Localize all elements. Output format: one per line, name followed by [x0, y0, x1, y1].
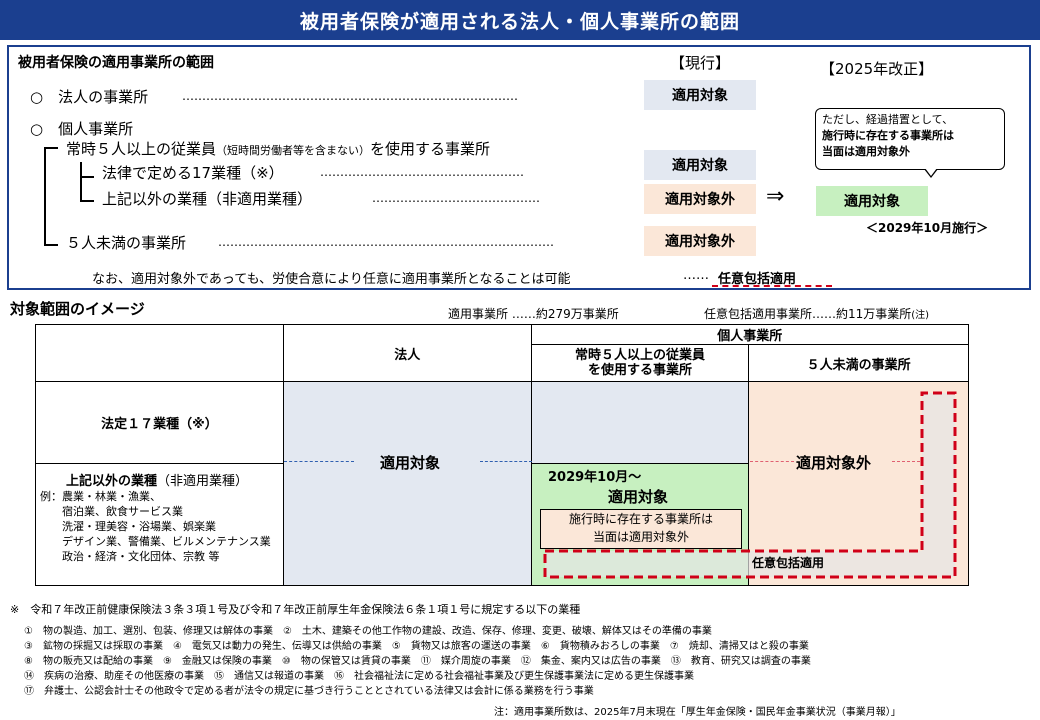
footnote-line: ⑭ 疾病の治療、助産その他医療の事業 ⑮ 通信又は報道の事業 ⑯ 社会福祉法に定… — [24, 671, 694, 682]
voluntary-region-label: 任意包括適用 — [752, 556, 825, 570]
footnote-line: ⑧ 物の販売又は配給の事業 ⑨ 金融又は保険の事業 ⑩ 物の保管又は賃貸の事業 … — [24, 656, 811, 667]
footnote-line: ⑰ 弁護士、公認会計士その他政令で定める者が法令の規定に基づき行うこととされてい… — [24, 686, 594, 697]
source-note: 注：適用事業所数は、2025年7月末現在「厚生年金保険・国民年金事業状況（事業月… — [494, 707, 901, 718]
footnote-main: ※ 令和７年改正前健康保険法３条３項１号及び令和７年改正前厚生年金保険法６条１項… — [10, 603, 581, 616]
footnote-line: ③ 鉱物の採掘又は採取の事業 ④ 電気又は動力の発生、伝導又は供給の事業 ⑤ 貨… — [24, 641, 809, 652]
footnote-line: ① 物の製造、加工、選別、包装、修理又は解体の事業 ② 土木、建築その他工作物の… — [24, 626, 712, 637]
